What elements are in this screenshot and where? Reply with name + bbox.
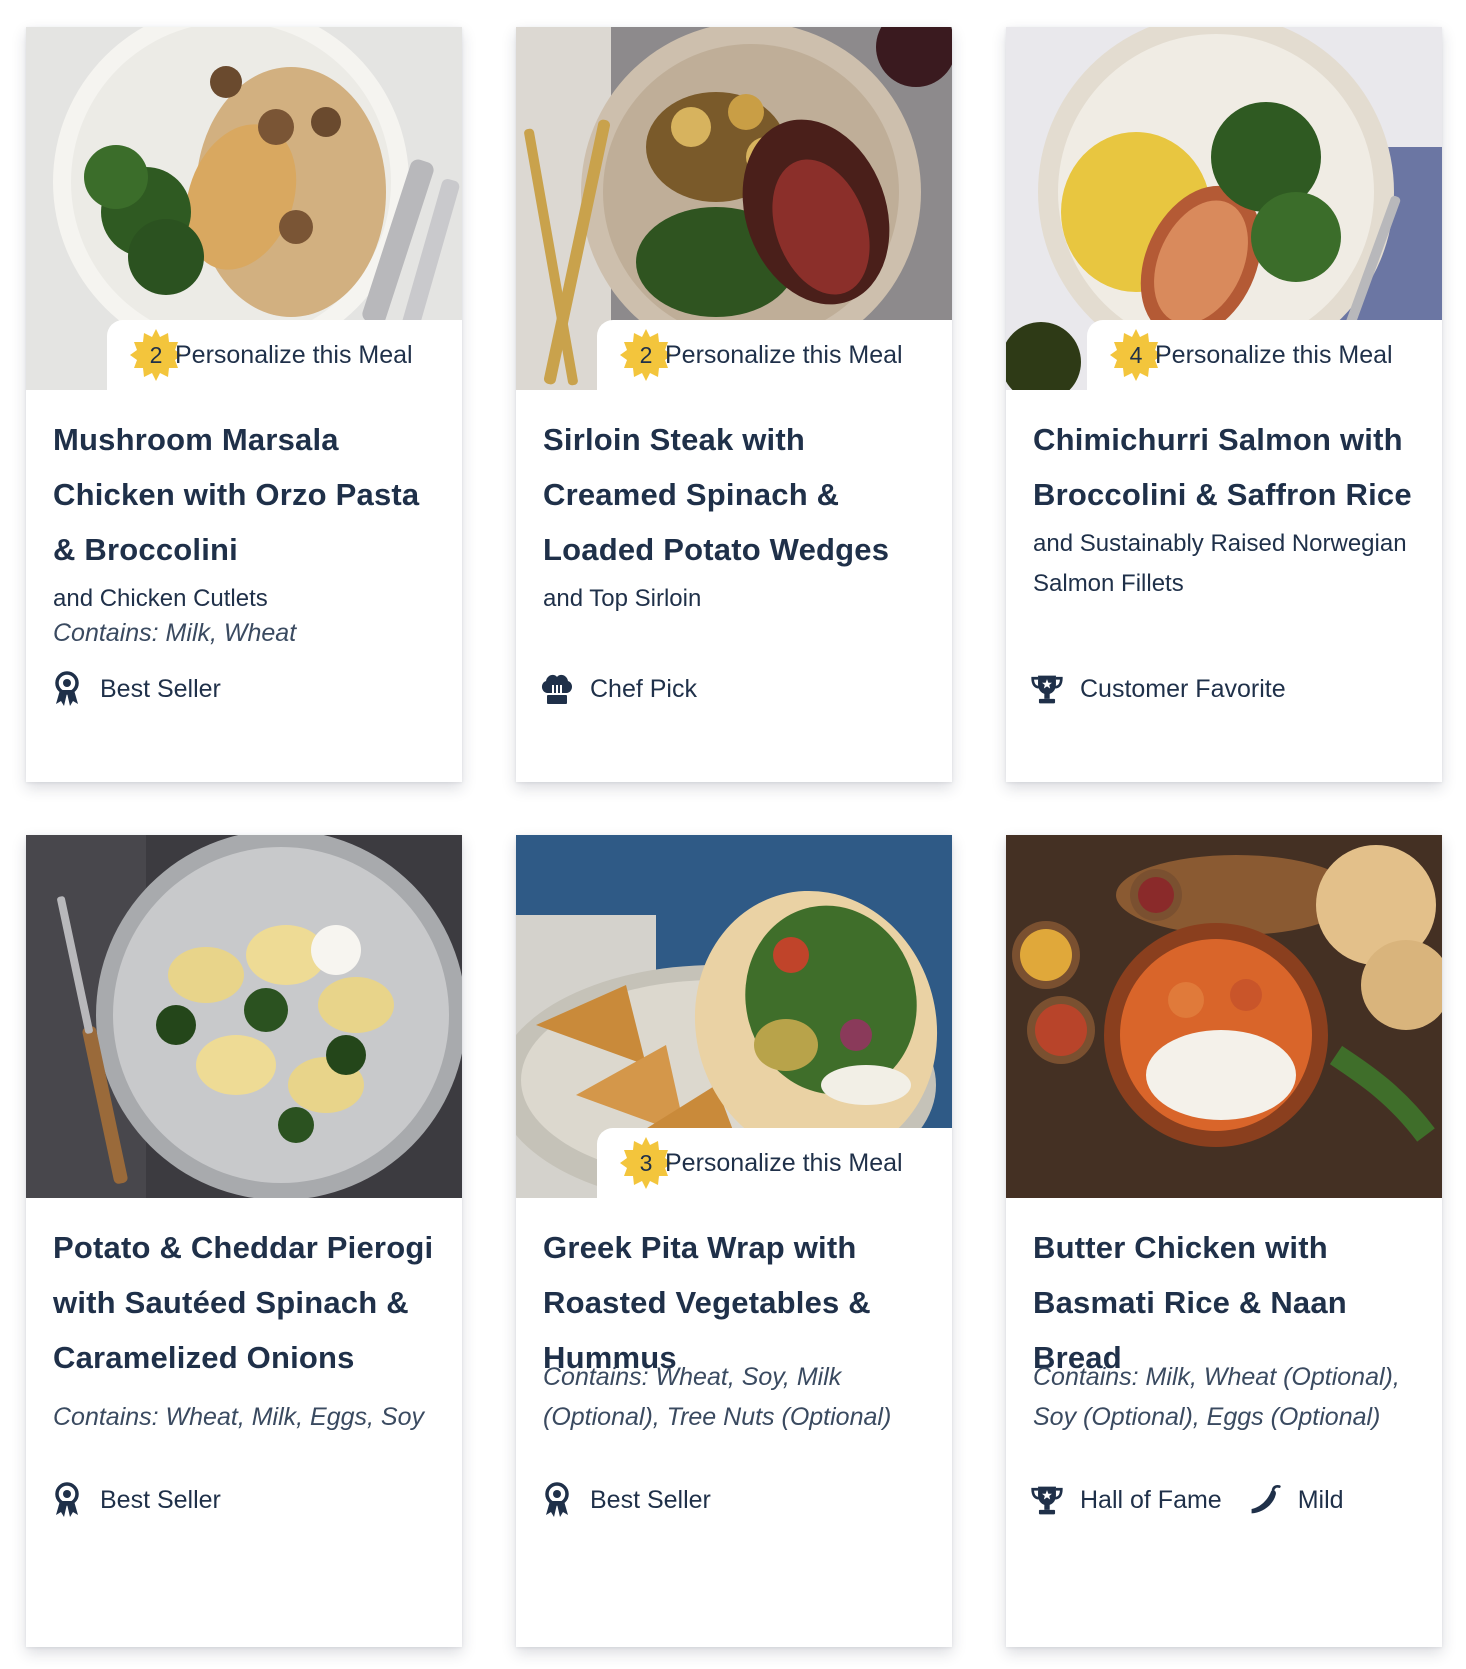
badge-label: Chef Pick bbox=[590, 674, 697, 703]
meal-card-butter-chicken[interactable]: Butter Chicken with Basmati Rice & Naan … bbox=[1006, 835, 1442, 1647]
meal-card-potato-cheddar-pierogi[interactable]: Potato & Cheddar Pierogi with Sautéed Sp… bbox=[26, 835, 462, 1647]
personalize-label: Personalize this Meal bbox=[665, 1149, 903, 1177]
meal-title[interactable]: Chimichurri Salmon with Broccolini & Saf… bbox=[1033, 390, 1422, 522]
chef-hat-icon bbox=[540, 670, 574, 708]
meal-badges: Best Seller bbox=[540, 1481, 940, 1519]
badge-label: Best Seller bbox=[100, 674, 221, 703]
badge-best-seller: Best Seller bbox=[50, 670, 221, 708]
meal-info: Sirloin Steak with Creamed Spinach & Loa… bbox=[543, 390, 932, 619]
personalize-meal-button[interactable]: 2 Personalize this Meal bbox=[107, 320, 462, 390]
chili-pepper-icon bbox=[1248, 1481, 1282, 1519]
meal-info: Potato & Cheddar Pierogi with Sautéed Sp… bbox=[53, 1198, 442, 1385]
trophy-icon bbox=[1030, 1481, 1064, 1519]
meal-photo[interactable]: 2 Personalize this Meal bbox=[516, 27, 952, 390]
meal-badges: Hall of Fame Mild bbox=[1030, 1481, 1430, 1519]
meal-photo[interactable]: 3 Personalize this Meal bbox=[516, 835, 952, 1198]
meal-photo[interactable] bbox=[1006, 835, 1442, 1198]
personalize-label: Personalize this Meal bbox=[665, 341, 903, 369]
meal-card-greek-pita-wrap[interactable]: 3 Personalize this Meal Greek Pita Wrap … bbox=[516, 835, 952, 1647]
trophy-icon bbox=[1030, 670, 1064, 708]
allergen-info: Contains: Milk, Wheat bbox=[53, 619, 297, 647]
allergen-info: Contains: Wheat, Soy, Milk (Optional), T… bbox=[543, 1363, 892, 1431]
allergen-info: Contains: Wheat, Milk, Eggs, Soy bbox=[53, 1403, 424, 1431]
award-ribbon-icon bbox=[50, 1481, 84, 1519]
allergen-info: Contains: Milk, Wheat (Optional), Soy (O… bbox=[1033, 1363, 1400, 1431]
meal-title[interactable]: Sirloin Steak with Creamed Spinach & Loa… bbox=[543, 390, 932, 577]
meal-info: Mushroom Marsala Chicken with Orzo Pasta… bbox=[53, 390, 442, 619]
badge-label: Customer Favorite bbox=[1080, 674, 1286, 703]
meal-badges: Customer Favorite bbox=[1030, 670, 1430, 708]
meal-badges: Chef Pick bbox=[540, 670, 940, 708]
meal-card-chimichurri-salmon[interactable]: 4 Personalize this Meal Chimichurri Salm… bbox=[1006, 27, 1442, 782]
meal-card-mushroom-marsala[interactable]: 2 Personalize this Meal Mushroom Marsala… bbox=[26, 27, 462, 782]
badge-label: Hall of Fame bbox=[1080, 1485, 1222, 1514]
meal-photo[interactable]: 4 Personalize this Meal bbox=[1006, 27, 1442, 390]
meal-title[interactable]: Mushroom Marsala Chicken with Orzo Pasta… bbox=[53, 390, 442, 577]
meal-title[interactable]: Potato & Cheddar Pierogi with Sautéed Sp… bbox=[53, 1198, 442, 1385]
award-ribbon-icon bbox=[50, 670, 84, 708]
badge-label: Mild bbox=[1297, 1485, 1344, 1514]
meal-photo[interactable]: 2 Personalize this Meal bbox=[26, 27, 462, 390]
badge-hall-of-fame: Hall of Fame bbox=[1030, 1481, 1222, 1519]
badge-best-seller: Best Seller bbox=[50, 1481, 221, 1519]
meal-info: Chimichurri Salmon with Broccolini & Saf… bbox=[1033, 390, 1422, 604]
meal-subtitle: and Top Sirloin bbox=[543, 585, 702, 612]
badge-spice-level: Mild bbox=[1248, 1481, 1344, 1519]
meal-badges: Best Seller bbox=[50, 1481, 450, 1519]
badge-best-seller: Best Seller bbox=[540, 1481, 711, 1519]
personalize-meal-button[interactable]: 2 Personalize this Meal bbox=[597, 320, 952, 390]
badge-customer-favorite: Customer Favorite bbox=[1030, 670, 1286, 708]
badge-label: Best Seller bbox=[590, 1485, 711, 1514]
award-ribbon-icon bbox=[540, 1481, 574, 1519]
personalize-meal-button[interactable]: 3 Personalize this Meal bbox=[597, 1128, 952, 1198]
meal-subtitle: and Sustainably Raised Norwegian Salmon … bbox=[1033, 530, 1407, 597]
personalize-label: Personalize this Meal bbox=[175, 341, 413, 369]
personalize-meal-button[interactable]: 4 Personalize this Meal bbox=[1087, 320, 1442, 390]
meal-card-sirloin-steak[interactable]: 2 Personalize this Meal Sirloin Steak wi… bbox=[516, 27, 952, 782]
personalize-label: Personalize this Meal bbox=[1155, 341, 1393, 369]
meal-badges: Best Seller bbox=[50, 670, 450, 708]
meal-photo[interactable] bbox=[26, 835, 462, 1198]
badge-label: Best Seller bbox=[100, 1485, 221, 1514]
badge-chef-pick: Chef Pick bbox=[540, 670, 697, 708]
